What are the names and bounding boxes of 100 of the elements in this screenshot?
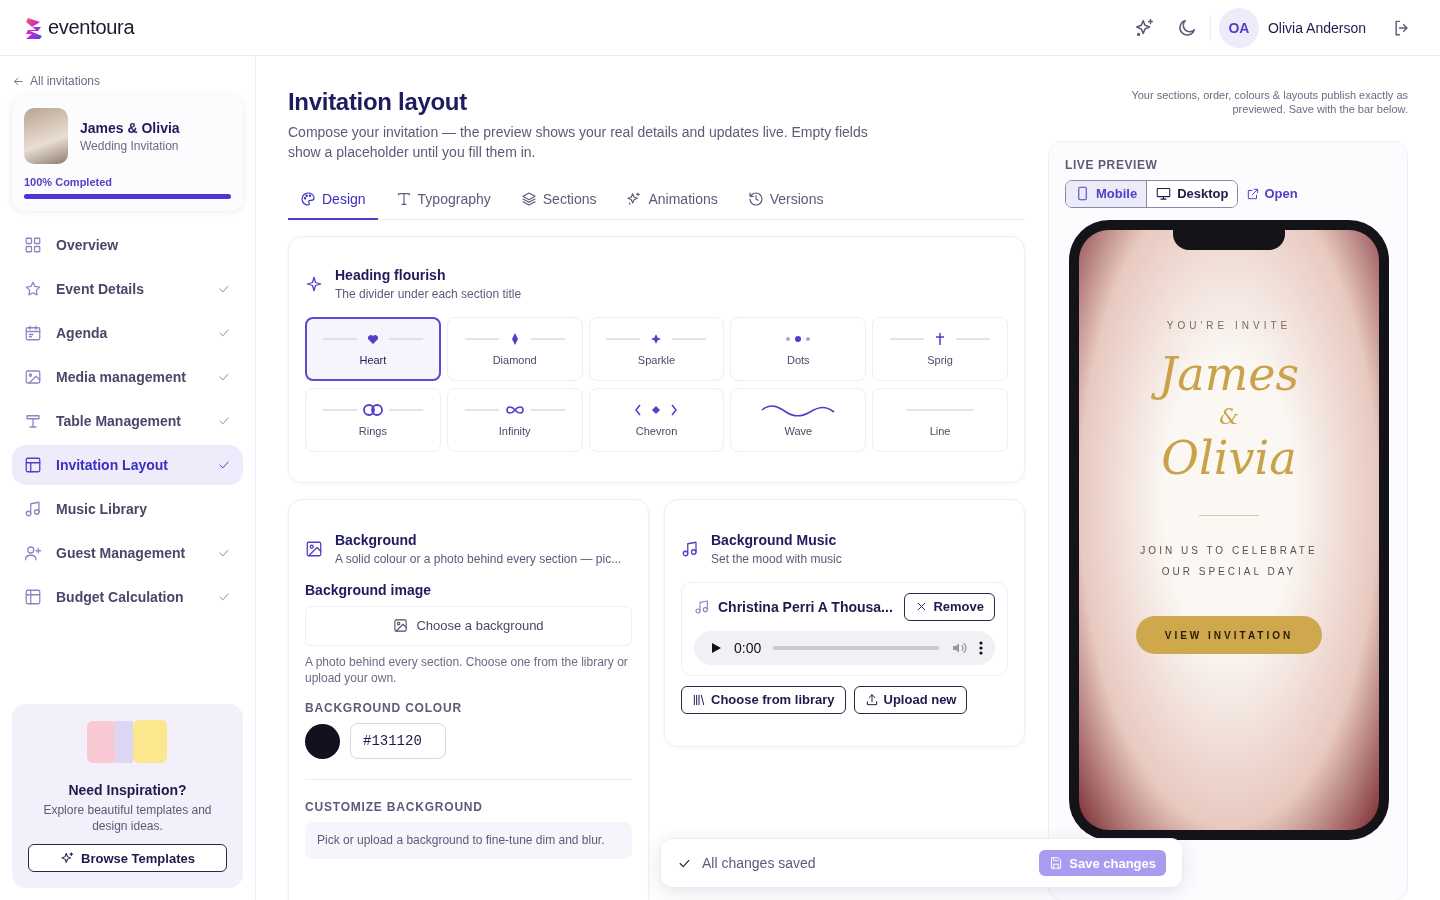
remove-button[interactable]: Remove — [904, 592, 995, 621]
nav-label: Media management — [56, 369, 187, 385]
back-link[interactable]: All invitations — [12, 74, 243, 88]
divider-icon — [464, 331, 565, 346]
external-link-icon — [1246, 186, 1261, 201]
tab[interactable]: Sections — [508, 180, 609, 220]
flourish-option[interactable]: Sprig — [872, 316, 1008, 381]
photo-placeholder — [24, 108, 68, 164]
nav-label: Agenda — [56, 325, 109, 341]
device-toggle[interactable]: Mobile — [1066, 180, 1147, 207]
open-link[interactable]: Open — [1246, 186, 1298, 202]
nav-label: Guest Management — [56, 545, 187, 561]
flourish-option[interactable]: Infinity — [446, 387, 583, 452]
card-subtitle: A solid colour or a photo behind every section — pic... — [335, 551, 622, 566]
flourish-option[interactable]: Wave — [730, 387, 867, 452]
invite-kicker: YOU'RE INVITE — [1166, 319, 1292, 331]
nav-item[interactable]: Table Management — [12, 401, 243, 441]
divider-icon — [890, 331, 991, 346]
history-icon — [747, 190, 764, 207]
flourish-option[interactable]: Diamond — [446, 316, 583, 381]
phone-icon — [1075, 186, 1090, 202]
browse-templates-button[interactable]: Browse Templates — [28, 844, 227, 872]
nav-item[interactable]: Invitation Layout — [12, 445, 243, 485]
nav-item[interactable]: Budget Calculation — [12, 577, 243, 617]
sparkles-icon — [626, 190, 643, 207]
section-label: CUSTOMIZE BACKGROUND — [305, 800, 484, 815]
monitor-icon — [1156, 186, 1172, 202]
nav-label: Budget Calculation — [56, 589, 185, 605]
track-name: Christina Perri A Thousa... — [718, 598, 894, 615]
flourish-option[interactable]: Dots — [730, 316, 867, 381]
flourish-option[interactable]: Line — [872, 387, 1008, 452]
invite-ampersand: & — [1219, 404, 1239, 430]
card-title: Background Music — [711, 531, 838, 548]
divider-icon — [635, 402, 678, 417]
flourish-option[interactable]: Rings — [305, 387, 441, 452]
logo-icon — [24, 15, 44, 40]
view-invitation-button[interactable]: VIEW INVITATION — [1136, 616, 1322, 655]
info-text: Pick or upload a background to fine-tune dim and blur. — [305, 822, 632, 859]
card-subtitle: The divider under each section title — [335, 286, 522, 301]
calendar-icon — [24, 324, 42, 342]
image-icon — [305, 539, 323, 558]
play-icon[interactable] — [710, 641, 722, 654]
panel-label: LIVE PREVIEW — [1065, 157, 1159, 172]
spreadsheet-icon — [24, 588, 42, 606]
section-label: Background image — [305, 581, 433, 598]
hex-input[interactable]: #131120 — [350, 723, 446, 760]
grid-icon — [24, 236, 42, 254]
divider-icon — [761, 402, 836, 417]
tab[interactable]: Typography — [383, 180, 503, 220]
nav-item[interactable]: Music Library — [12, 489, 243, 529]
sparkle-icon — [305, 274, 323, 293]
flourish-option[interactable]: Chevron — [588, 387, 725, 452]
nav-item[interactable]: Guest Management — [12, 533, 243, 573]
star-icon — [24, 280, 42, 298]
choose-background-button[interactable]: Choose a background — [305, 605, 632, 646]
nav-item[interactable]: Overview — [12, 225, 243, 265]
user-plus-icon — [24, 544, 42, 562]
table-icon — [24, 412, 42, 430]
nav-label: Table Management — [56, 413, 182, 429]
palette-icon — [300, 190, 316, 207]
user-avatar[interactable]: OA — [1218, 7, 1259, 48]
page-title: Invitation layout — [288, 88, 468, 116]
colour-swatch[interactable] — [305, 723, 340, 759]
nav-item[interactable]: Agenda — [12, 313, 243, 353]
publish-note: Your sections, order, colours & layouts publish exactly as previewed. Save with the bar below. — [1130, 88, 1408, 117]
layout-icon — [24, 456, 42, 474]
type-icon — [395, 190, 412, 207]
nav-label: Music Library — [56, 501, 149, 517]
music-note-icon — [694, 598, 710, 615]
layers-icon — [520, 190, 537, 207]
save-icon — [1049, 856, 1064, 870]
card-title: Background — [335, 531, 418, 548]
event-title: James & Olivia — [80, 119, 180, 136]
tab[interactable]: Animations — [614, 180, 730, 220]
flourish-option[interactable]: Heart — [305, 316, 441, 381]
nav-label: Invitation Layout — [56, 457, 169, 473]
library-icon — [692, 692, 706, 707]
device-toggle[interactable]: Desktop — [1146, 180, 1238, 207]
nav-item[interactable]: Event Details — [12, 269, 243, 309]
choose-from-library-button[interactable]: Choose from library — [681, 685, 846, 714]
nav-label: Event Details — [56, 281, 145, 297]
flourish-option[interactable]: Sparkle — [588, 316, 725, 381]
section-label: BACKGROUND COLOUR — [305, 701, 463, 716]
more-icon[interactable] — [979, 640, 983, 655]
tab[interactable]: Versions — [735, 180, 836, 220]
event-type: Wedding Invitation — [80, 138, 180, 153]
music-note-icon — [681, 539, 699, 558]
image-icon — [393, 618, 409, 634]
nav-item[interactable]: Media management — [12, 357, 243, 397]
time-readout: 0:00 — [734, 639, 762, 656]
brand-name: eventoura — [48, 16, 135, 39]
upload-button[interactable]: Upload new — [853, 685, 968, 714]
tab[interactable]: Design — [288, 180, 378, 220]
image-icon — [24, 368, 42, 386]
sparkles-icon — [1133, 16, 1156, 39]
invite-name: James — [1146, 344, 1312, 405]
divider-icon — [322, 402, 423, 417]
nav-label: Overview — [56, 237, 120, 253]
invite-name: Olivia — [1160, 430, 1298, 488]
save-status: All changes saved — [702, 855, 817, 871]
